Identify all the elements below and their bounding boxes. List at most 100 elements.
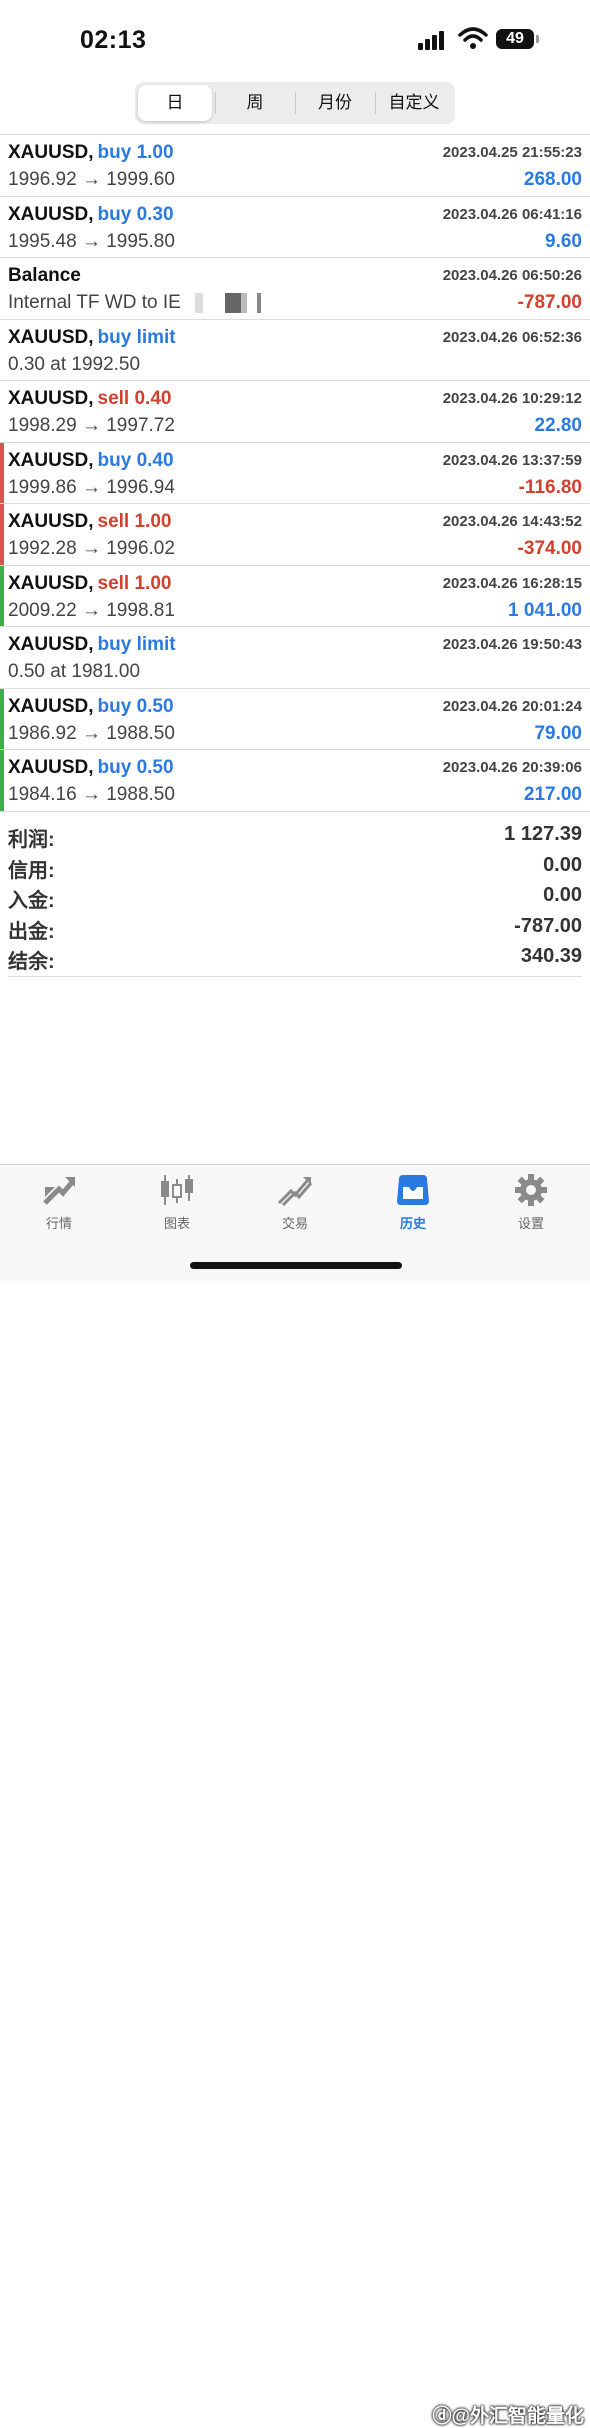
segment-month[interactable]: 月份 bbox=[295, 85, 375, 121]
tab-trade-label: 交易 bbox=[281, 1216, 308, 1231]
deal-time: 2023.04.26 20:01:24 bbox=[442, 697, 582, 715]
deal-detail-text: 1999.86 → 1996.94 bbox=[8, 476, 175, 498]
deal-profit: 217.00 bbox=[523, 784, 582, 805]
tab-quotes[interactable]: 行情 bbox=[0, 1173, 118, 1243]
deal-profit: -116.80 bbox=[518, 476, 582, 498]
tab-trade[interactable]: 交易 bbox=[236, 1173, 354, 1243]
summary-row: 结余: 340.39 bbox=[8, 943, 582, 974]
deal-action: buy 0.50 bbox=[97, 695, 174, 717]
deal-detail: 0.50 at 1981.00 bbox=[8, 661, 140, 683]
deal-detail-text: 0.50 at 1981.00 bbox=[8, 661, 141, 682]
deal-detail: 1996.92 → 1999.60 bbox=[8, 169, 175, 191]
deal-detail-text: 1995.48 → 1995.80 bbox=[8, 230, 175, 252]
deal-action: sell 1.00 bbox=[97, 572, 172, 594]
status-time: 02:13 bbox=[80, 26, 147, 54]
summary-label: 利润: bbox=[8, 829, 55, 851]
deal-symbol-text: XAUUSD, bbox=[8, 388, 94, 409]
tab-history[interactable]: 历史 bbox=[354, 1173, 472, 1243]
deal-detail-text: 1996.92 → 1999.60 bbox=[8, 169, 175, 190]
summary-value: 340.39 bbox=[520, 945, 582, 967]
history-list: XAUUSD, buy 1.00 2023.04.25 21:55:23 1996.9… bbox=[0, 134, 590, 812]
summary-value: 0.00 bbox=[543, 853, 582, 876]
deal-time: 2023.04.26 06:52:36 bbox=[442, 328, 582, 346]
deal-symbol: XAUUSD, buy 0.40 bbox=[8, 450, 174, 472]
deal-time: 2023.04.26 14:43:52 bbox=[442, 513, 582, 530]
deal-time: 2023.04.25 21:55:23 bbox=[442, 144, 582, 161]
deal-row[interactable]: XAUUSD, buy limit 2023.04.26 19:50:43 0.50 … bbox=[0, 626, 590, 688]
history-icon bbox=[397, 1175, 429, 1205]
battery-level: 49 bbox=[506, 30, 524, 47]
summary-label: 信用: bbox=[8, 859, 55, 882]
deal-action: buy 0.30 bbox=[97, 203, 174, 225]
deal-row[interactable]: XAUUSD, sell 0.40 2023.04.26 10:29:12 1998.… bbox=[0, 380, 590, 442]
deal-action: buy 1.00 bbox=[97, 142, 174, 163]
trade-icon bbox=[277, 1177, 313, 1207]
deal-detail: 1998.29 → 1997.72 bbox=[8, 415, 175, 437]
segment-custom[interactable]: 自定义 bbox=[375, 85, 453, 121]
deal-symbol: XAUUSD, buy 0.30 bbox=[8, 204, 174, 226]
deal-status-bar bbox=[0, 750, 4, 811]
deal-detail: 1995.48 → 1995.80 bbox=[8, 231, 175, 253]
status-bar: 02:13 49 bbox=[0, 0, 590, 80]
deal-action: sell 1.00 bbox=[97, 511, 172, 532]
deal-detail: 1986.92 → 1988.50 bbox=[8, 723, 175, 745]
deal-symbol: XAUUSD, sell 0.40 bbox=[8, 388, 171, 410]
tab-settings[interactable]: 设置 bbox=[472, 1173, 590, 1243]
deal-row[interactable]: XAUUSD, buy 0.50 2023.04.26 20:01:24 1986.9… bbox=[0, 687, 590, 749]
deal-profit: 9.60 bbox=[545, 230, 582, 252]
deal-detail: 1992.28 → 1996.02 bbox=[8, 538, 175, 560]
deal-symbol-text: XAUUSD, bbox=[8, 203, 94, 225]
deal-symbol-text: XAUUSD, bbox=[8, 757, 94, 778]
tab-chart[interactable]: 图表 bbox=[118, 1173, 236, 1243]
deal-symbol-text: Balance bbox=[8, 265, 81, 286]
summary-row: 信用: 0.00 bbox=[8, 852, 582, 883]
deal-row[interactable]: XAUUSD, sell 1.00 2023.04.26 16:28:15 2009.… bbox=[0, 564, 590, 626]
deal-detail: 1999.86 → 1996.94 bbox=[8, 477, 175, 499]
deal-row[interactable]: XAUUSD, buy limit 2023.04.26 06:52:36 0.30 … bbox=[0, 318, 590, 381]
summary-value: -787.00 bbox=[514, 914, 582, 937]
tab-quotes-label: 行情 bbox=[45, 1216, 72, 1231]
deal-symbol: XAUUSD, sell 1.00 bbox=[8, 511, 171, 533]
deal-action: buy limit bbox=[97, 326, 176, 348]
deal-symbol: XAUUSD, buy limit bbox=[8, 634, 176, 656]
deal-row[interactable]: XAUUSD, buy 0.30 2023.04.26 06:41:16 1995.4… bbox=[0, 195, 590, 258]
deal-detail-text: 2009.22 → 1998.81 bbox=[8, 599, 175, 621]
deal-detail-text: 1992.28 → 1996.02 bbox=[8, 538, 175, 559]
deal-action: buy limit bbox=[97, 634, 176, 655]
home-indicator[interactable] bbox=[190, 1262, 402, 1269]
deal-symbol: Balance bbox=[8, 265, 81, 287]
deal-row[interactable]: XAUUSD, buy 1.00 2023.04.25 21:55:23 1996.9… bbox=[0, 134, 590, 196]
deal-symbol-text: XAUUSD, bbox=[8, 634, 94, 655]
deal-detail: 1984.16 → 1988.50 bbox=[8, 784, 175, 806]
summary-value: 0.00 bbox=[543, 884, 582, 906]
deal-time: 2023.04.26 10:29:12 bbox=[442, 390, 582, 407]
deal-row[interactable]: Balance 2023.04.26 06:50:26 Internal TF WD… bbox=[0, 257, 590, 319]
deal-status-bar bbox=[0, 442, 4, 503]
deal-profit: -374.00 bbox=[517, 538, 582, 559]
period-segmented-control: 日 周 月份 自定义 bbox=[135, 82, 455, 124]
deal-symbol-text: XAUUSD, bbox=[8, 142, 94, 163]
summary-label: 入金: bbox=[8, 890, 55, 912]
watermark-text: ⓓ@外汇智能量化 bbox=[432, 2406, 584, 2427]
summary-label: 结余: bbox=[8, 951, 55, 973]
deal-row[interactable]: XAUUSD, buy 0.50 2023.04.26 20:39:06 1984.1… bbox=[0, 749, 590, 811]
deal-detail: Internal TF WD to IE bbox=[8, 292, 265, 314]
deal-profit: 268.00 bbox=[523, 169, 582, 190]
settings-icon bbox=[515, 1174, 547, 1206]
deal-row[interactable]: XAUUSD, buy 0.40 2023.04.26 13:37:59 1999.8… bbox=[0, 441, 590, 503]
summary-row: 入金: 0.00 bbox=[8, 882, 582, 913]
segment-week[interactable]: 周 bbox=[215, 85, 295, 121]
deal-symbol: XAUUSD, buy 1.00 bbox=[8, 142, 174, 164]
deal-time: 2023.04.26 16:28:15 bbox=[442, 574, 582, 592]
summary-row: 出金: -787.00 bbox=[8, 913, 582, 944]
deal-profit: -787.00 bbox=[517, 292, 582, 313]
deal-time: 2023.04.26 06:50:26 bbox=[442, 267, 582, 284]
deal-row[interactable]: XAUUSD, sell 1.00 2023.04.26 14:43:52 1992.… bbox=[0, 503, 590, 565]
deal-symbol-text: XAUUSD, bbox=[8, 511, 94, 532]
segment-day[interactable]: 日 bbox=[138, 85, 212, 121]
summary-value: 1 127.39 bbox=[504, 823, 582, 845]
deal-detail-text: 1998.29 → 1997.72 bbox=[8, 415, 175, 436]
battery-icon: 49 bbox=[496, 29, 534, 49]
deal-detail-text: 1986.92 → 1988.50 bbox=[8, 722, 175, 744]
deal-profit: 22.80 bbox=[534, 415, 582, 436]
